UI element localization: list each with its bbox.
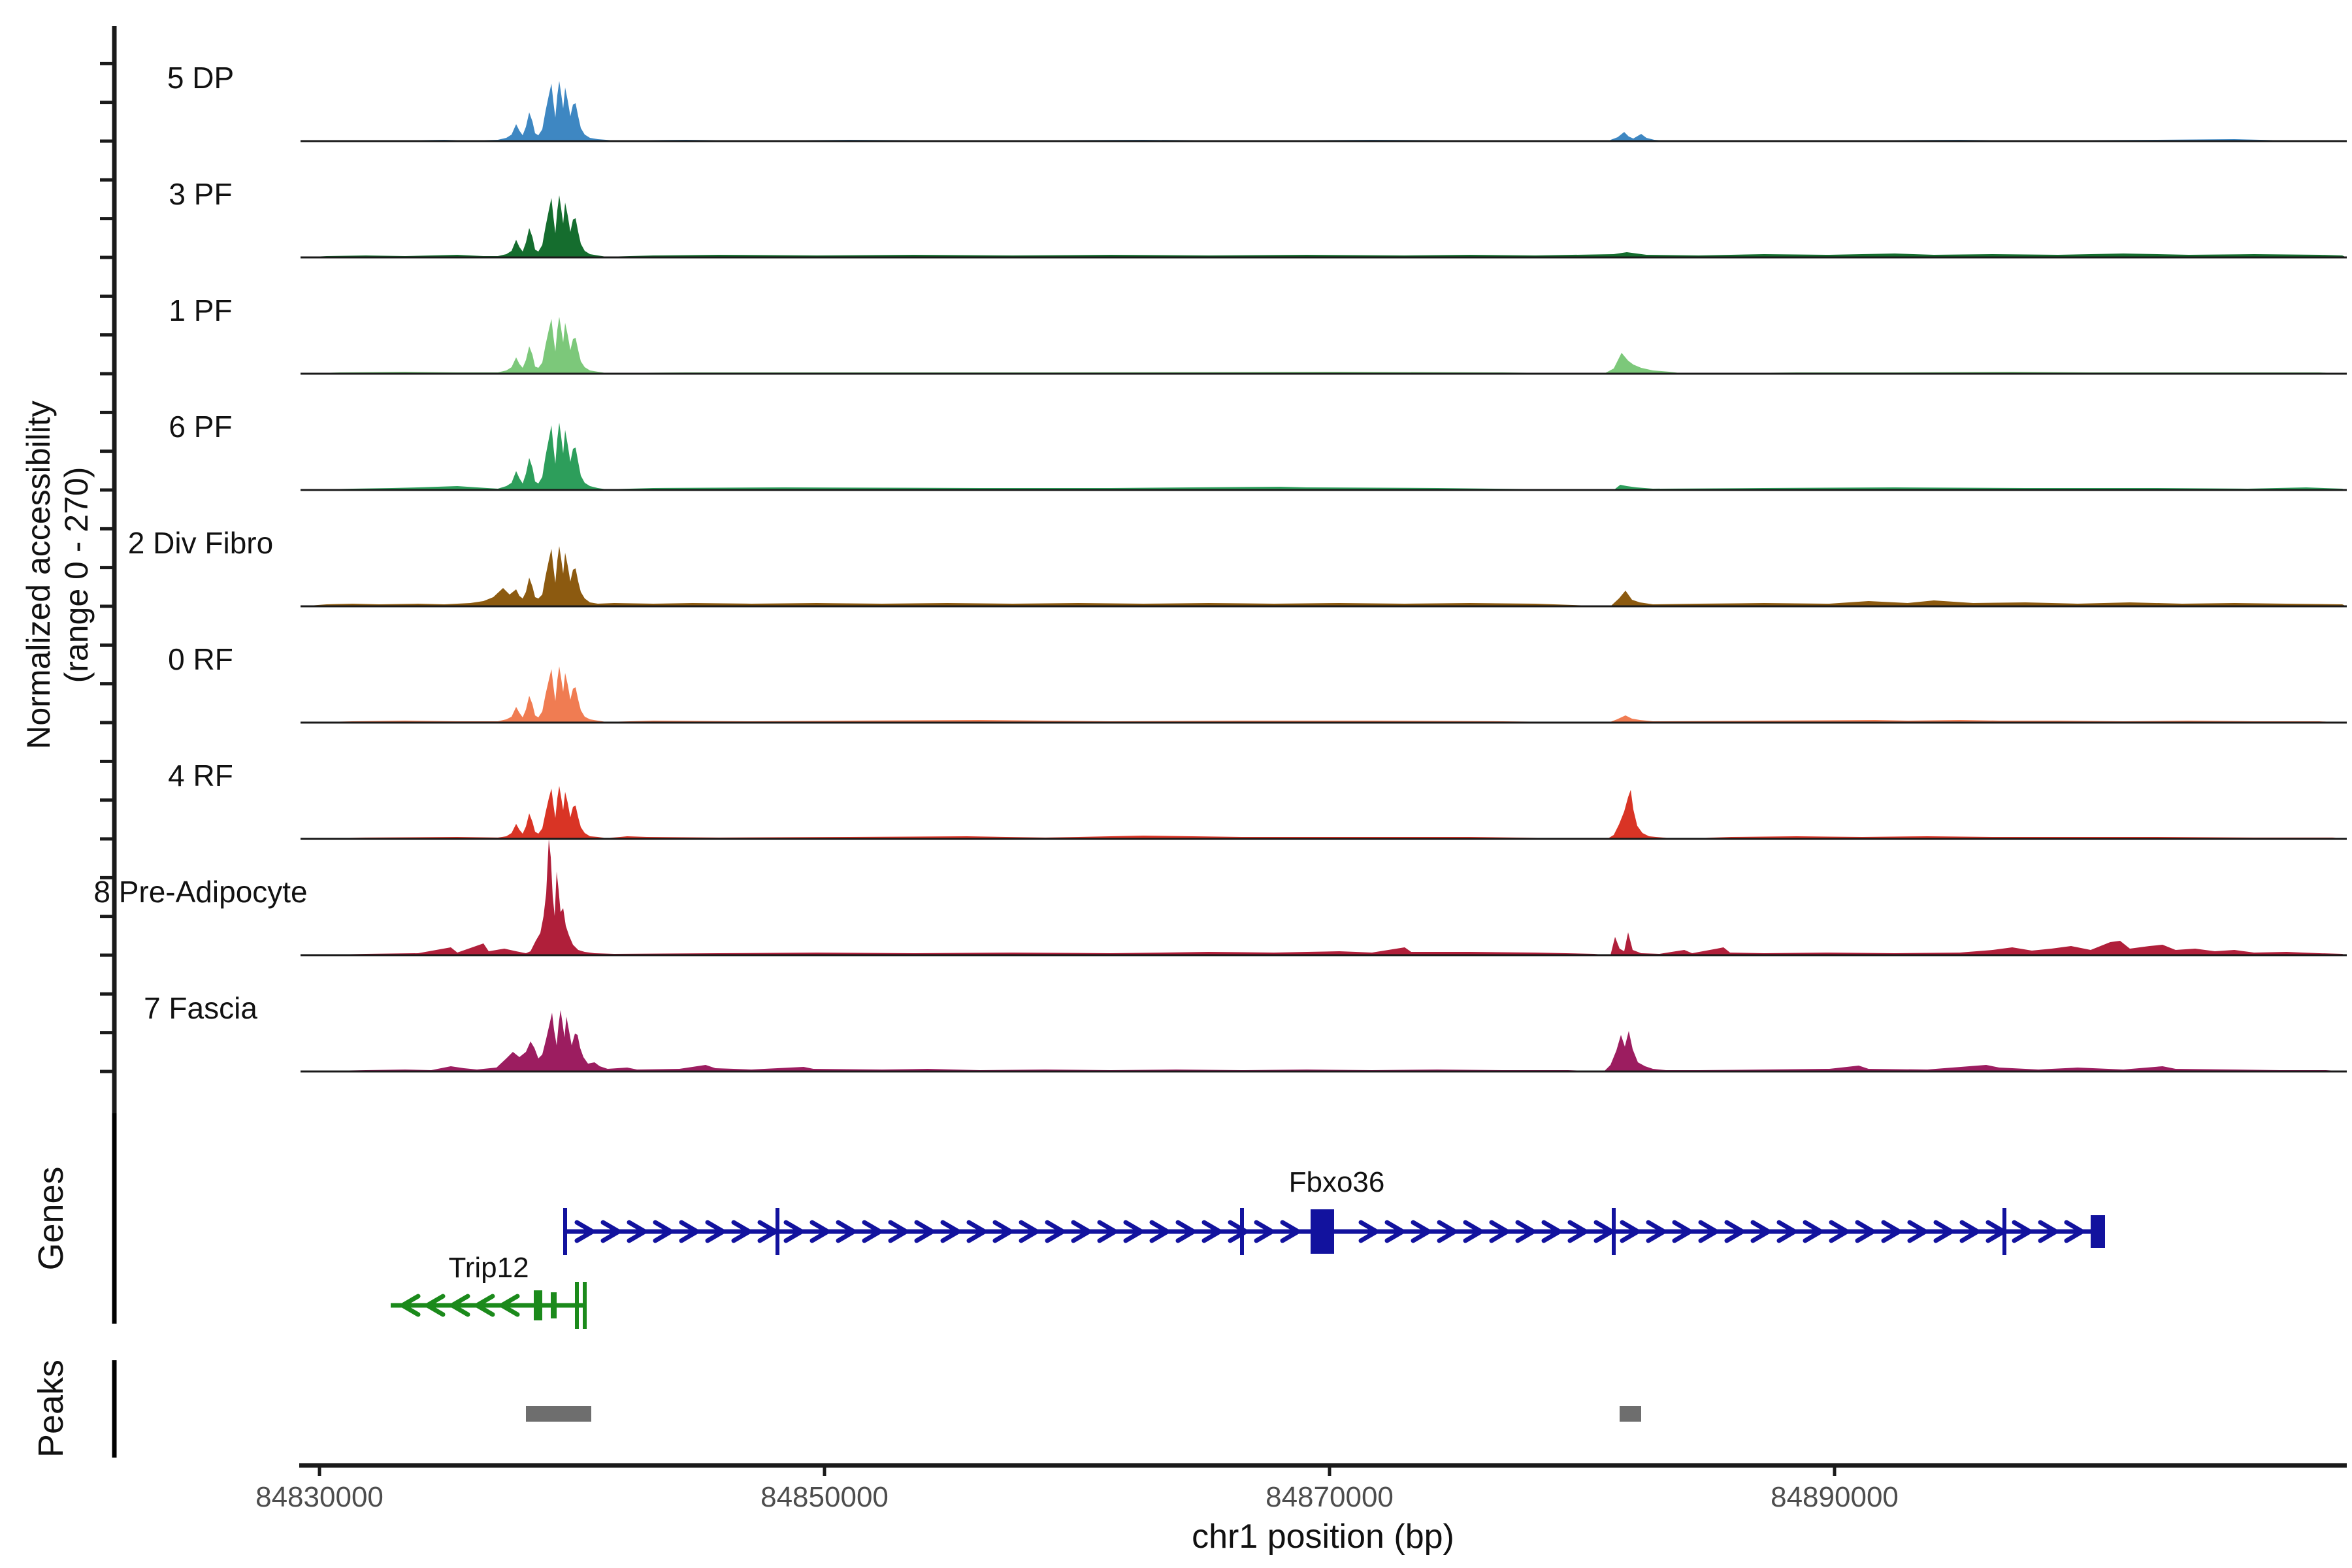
gene-exon-box <box>534 1290 542 1320</box>
track-label-7: 8 Pre-Adipocyte <box>93 875 308 909</box>
gene-exon-box <box>551 1292 557 1318</box>
track-area-8 <box>301 1010 2347 1071</box>
track-label-1: 3 PF <box>169 177 233 211</box>
y-axis-label: Normalized accessibility (range 0 - 270) <box>20 400 95 749</box>
track-area-1 <box>301 195 2347 257</box>
x-tick-label-3: 84890000 <box>1771 1481 1899 1513</box>
track-label-4: 2 Div Fibro <box>127 526 274 560</box>
y-axis-label-line1: Normalized accessibility <box>20 400 57 749</box>
track-area-4 <box>301 546 2347 606</box>
track-area-0 <box>301 81 2347 141</box>
x-axis-title: chr1 position (bp) <box>1192 1518 1454 1556</box>
track-area-2 <box>301 317 2347 374</box>
track-label-0: 5 DP <box>167 61 235 95</box>
coverage-figure: Normalized accessibility (range 0 - 270)… <box>0 0 2352 1568</box>
x-tick-label-0: 84830000 <box>255 1481 384 1513</box>
y-axis-label-line2: (range 0 - 270) <box>58 466 95 683</box>
track-area-3 <box>301 423 2347 490</box>
track-label-2: 1 PF <box>169 293 233 327</box>
section-label-peaks: Peaks <box>31 1359 71 1458</box>
gene-label-trip12: Trip12 <box>448 1252 529 1284</box>
x-tick-label-1: 84850000 <box>760 1481 889 1513</box>
section-label-genes: Genes <box>31 1166 71 1271</box>
gene-label-fbxo36: Fbxo36 <box>1288 1166 1385 1198</box>
genome-tracks-plot <box>100 26 2347 1476</box>
track-label-3: 6 PF <box>169 410 233 444</box>
peak-rect-0 <box>526 1406 591 1422</box>
peak-rect-1 <box>1620 1406 1641 1422</box>
gene-exon-box <box>1311 1209 1334 1254</box>
x-tick-label-2: 84870000 <box>1266 1481 1394 1513</box>
track-area-5 <box>301 666 2347 723</box>
track-label-8: 7 Fascia <box>144 991 257 1025</box>
gene-exon-box <box>2091 1215 2105 1248</box>
track-label-6: 4 RF <box>168 759 233 792</box>
track-area-6 <box>301 786 2347 839</box>
track-label-5: 0 RF <box>168 642 233 676</box>
track-area-7 <box>301 839 2347 955</box>
